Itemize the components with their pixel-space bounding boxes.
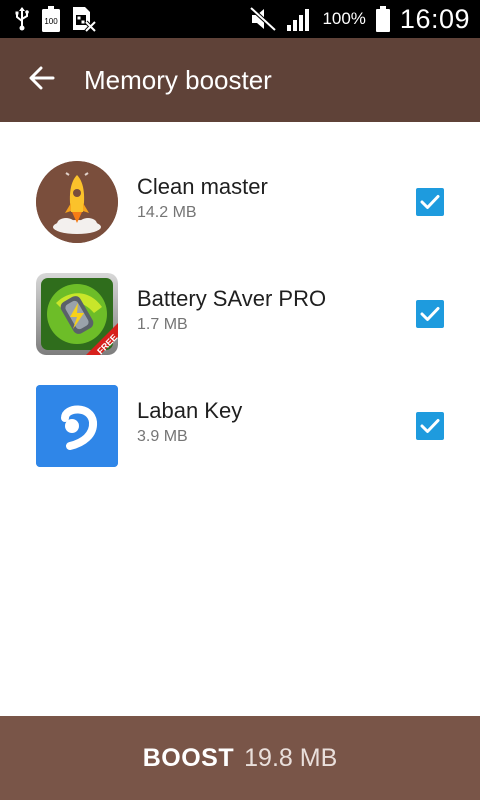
app-checkbox[interactable] [416, 188, 444, 216]
boost-size: 19.8 MB [244, 743, 338, 772]
app-text: Battery SAver PRO 1.7 MB [137, 284, 326, 336]
status-left: 100 [14, 6, 96, 32]
rocket-icon [36, 161, 118, 243]
usb-icon [14, 7, 30, 31]
app-name: Battery SAver PRO [137, 286, 327, 311]
arrow-left-icon [29, 66, 55, 95]
battery-icon [375, 6, 390, 32]
app-name: Laban Key [137, 398, 243, 423]
status-right: 100% 16:09 [250, 4, 470, 35]
app-checkbox[interactable] [416, 300, 444, 328]
checkmark-icon [420, 307, 440, 321]
list-item[interactable]: Clean master 14.2 MB [0, 146, 480, 258]
status-bar: 100 100% 16:09 [0, 0, 480, 38]
app-list: Clean master 14.2 MB FREE Battery SAver … [0, 146, 480, 482]
list-item[interactable]: FREE Battery SAver PRO 1.7 MB [0, 258, 480, 370]
mute-icon [250, 7, 277, 31]
boost-label: BOOST [142, 743, 235, 772]
boost-button[interactable]: BOOST 19.8 MB [0, 716, 480, 800]
checkmark-icon [420, 195, 440, 209]
list-item[interactable]: Laban Key 3.9 MB [0, 370, 480, 482]
page-title: Memory booster [84, 64, 272, 95]
battery-100-text: 100 [44, 17, 58, 26]
app-text: Laban Key 3.9 MB [137, 396, 242, 448]
back-button[interactable] [0, 38, 84, 122]
signal-icon [286, 7, 312, 31]
app-size: 1.7 MB [137, 316, 188, 333]
app-name: Clean master [137, 174, 268, 199]
app-size: 3.9 MB [137, 428, 188, 445]
app-text: Clean master 14.2 MB [137, 172, 268, 224]
clock: 16:09 [399, 3, 470, 34]
app-size: 14.2 MB [137, 204, 197, 221]
battery-level-text: 100% [322, 9, 366, 28]
battery-100-icon: 100 [42, 6, 60, 32]
battery-saver-icon: FREE [36, 273, 118, 355]
laban-key-icon [36, 385, 118, 467]
app-bar: Memory booster [0, 38, 480, 122]
app-checkbox[interactable] [416, 412, 444, 440]
memory-booster-screen: 100 100% 16:09 Memory booster Clean mast… [0, 0, 480, 800]
sim-off-icon [72, 6, 96, 32]
checkmark-icon [420, 419, 440, 433]
